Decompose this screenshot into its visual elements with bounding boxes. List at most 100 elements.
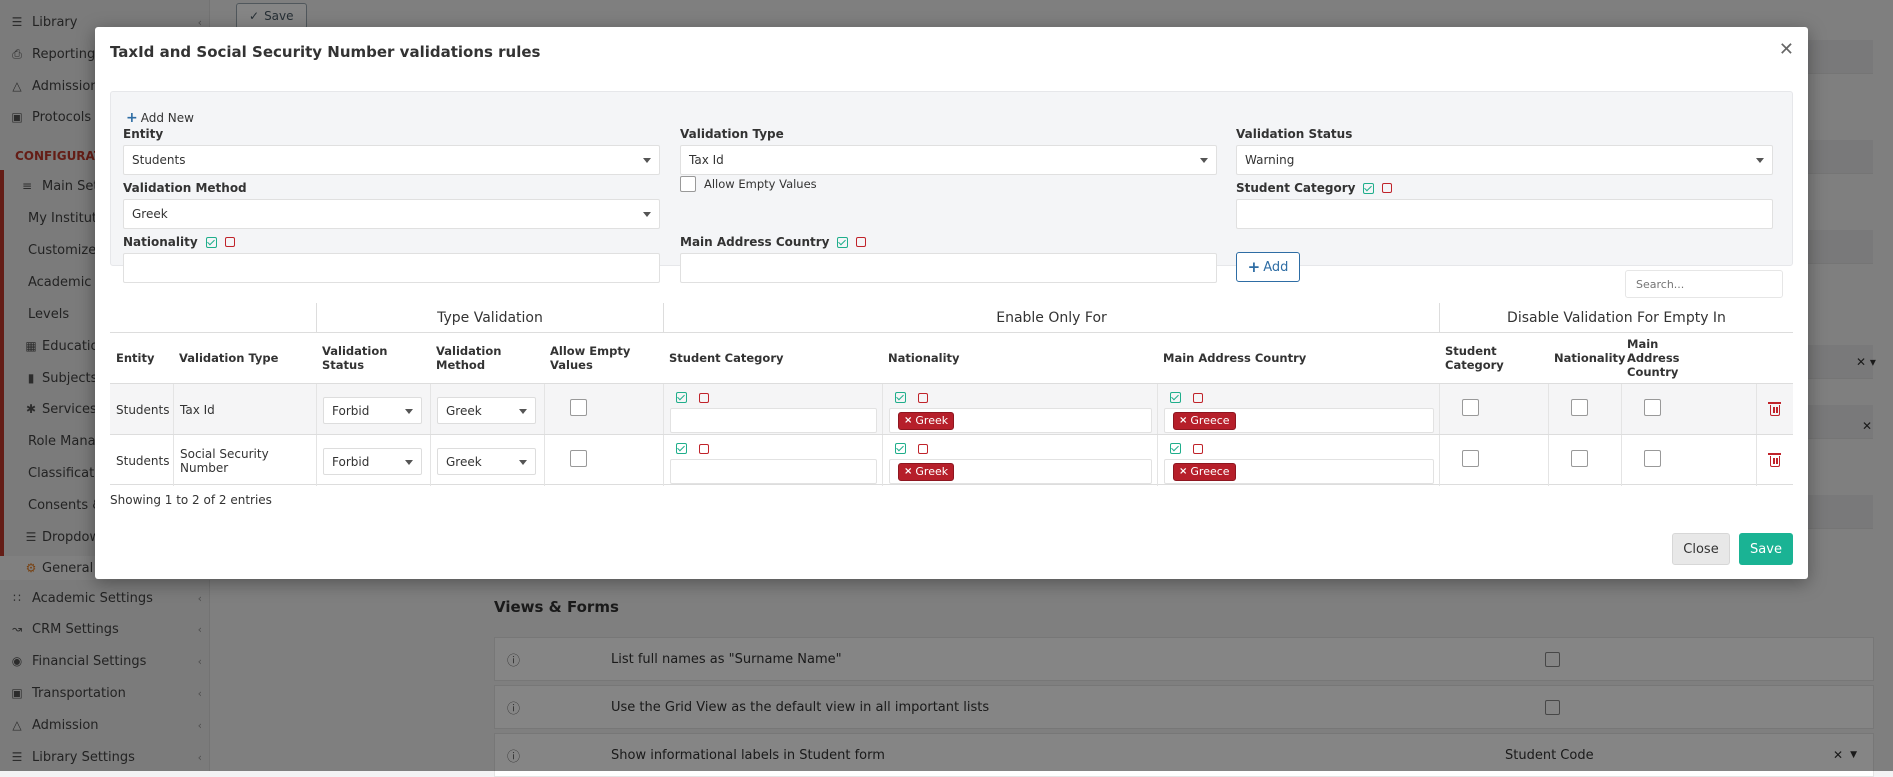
tag-label: Greek [915,465,949,478]
student-category-tag-input[interactable] [670,459,877,484]
column-header[interactable]: Student Category [1439,333,1548,383]
disable-student-category-cell [1439,384,1548,435]
close-icon[interactable]: ✕ [1779,39,1794,60]
column-header[interactable]: Entity [110,333,173,383]
check-square-icon[interactable] [1170,443,1181,454]
main-address-country-tag-input[interactable]: × Greece [1164,459,1434,484]
column-header[interactable]: Nationality [882,333,1157,383]
validation-status-select[interactable]: Forbid [323,448,422,475]
select-toggle-icons [895,392,928,403]
square-icon[interactable] [918,392,928,403]
check-square-icon[interactable] [895,392,906,403]
check-square-icon[interactable] [676,443,687,454]
allow-empty-checkbox[interactable] [570,399,587,416]
remove-tag-icon[interactable]: × [1179,415,1187,426]
nationality-tag-input[interactable]: × Greek [889,459,1152,484]
nationality-tag-input[interactable]: × Greek [889,408,1152,433]
student-category-cell [663,384,882,435]
close-button[interactable]: Close [1672,533,1730,565]
column-header[interactable]: Validation Status [316,333,430,383]
remove-tag-icon[interactable]: × [904,466,912,477]
disable-country-cell [1621,384,1756,435]
validation-type-select[interactable]: Tax Id [680,145,1217,175]
actions-cell [1756,435,1793,486]
validation-method-select[interactable]: Greek [437,397,536,424]
column-header[interactable]: Student Category [663,333,882,383]
select-toggle-icons [676,392,709,403]
column-header[interactable]: Validation Method [430,333,544,383]
square-icon[interactable] [1193,443,1203,454]
trash-icon[interactable] [1768,453,1781,467]
add-new-link[interactable]: + Add New [126,110,194,126]
main-address-country-input[interactable] [680,253,1217,283]
table-info: Showing 1 to 2 of 2 entries [110,493,272,507]
check-square-icon[interactable] [895,443,906,454]
group-header-disable-validation: Disable Validation For Empty In [1439,303,1793,333]
square-icon[interactable] [699,392,709,403]
nationality-tag: × Greek [898,462,955,481]
main-address-country-tag-input[interactable]: × Greece [1164,408,1434,433]
check-square-icon[interactable] [1363,182,1375,194]
column-header[interactable]: Nationality [1548,333,1626,383]
disable-student-category-checkbox[interactable] [1462,399,1479,416]
search-input[interactable] [1625,270,1783,298]
nationality-cell: × Greek [882,384,1157,435]
square-icon[interactable] [856,237,867,247]
validation-status-select[interactable]: Forbid [323,397,422,424]
square-icon[interactable] [224,237,235,247]
validation-status-label: Validation Status [1236,127,1353,141]
allow-empty-checkbox[interactable] [680,176,696,192]
disable-nationality-checkbox[interactable] [1571,450,1588,467]
select-value: Forbid [332,403,370,418]
chevron-down-icon [519,409,527,414]
allow-empty-checkbox[interactable] [570,450,587,467]
plus-icon: + [126,110,138,126]
check-square-icon[interactable] [1170,392,1181,403]
student-category-input[interactable] [1236,199,1773,229]
square-icon[interactable] [1382,183,1393,193]
chevron-down-icon [643,212,651,217]
column-header[interactable]: Main Address Country [1157,333,1439,383]
validation-method-select[interactable]: Greek [123,199,660,229]
add-button[interactable]: + Add [1236,252,1300,282]
save-button[interactable]: Save [1739,533,1793,565]
column-header[interactable]: Main Address Country [1621,333,1711,383]
disable-nationality-cell [1548,384,1621,435]
disable-student-category-checkbox[interactable] [1462,450,1479,467]
actions-cell [1756,384,1793,435]
validation-status-select[interactable]: Warning [1236,145,1773,175]
entity-select[interactable]: Students [123,145,660,175]
nationality-input[interactable] [123,253,660,283]
remove-tag-icon[interactable]: × [904,415,912,426]
validation-method-select[interactable]: Greek [437,448,536,475]
disable-country-checkbox[interactable] [1644,399,1661,416]
validation-status-cell: Forbid [316,435,430,486]
trash-icon[interactable] [1768,402,1781,416]
check-square-icon[interactable] [205,236,217,248]
select-toggle-icons [1170,392,1203,403]
validation-method-select-value: Greek [132,207,168,221]
chevron-down-icon [405,409,413,414]
disable-country-checkbox[interactable] [1644,450,1661,467]
nationality-label: Nationality [123,235,198,249]
square-icon[interactable] [1193,392,1203,403]
table-row: Students Social Security Number Forbid G… [110,434,1793,486]
student-category-tag-input[interactable] [670,408,877,433]
column-header[interactable]: Allow Empty Values [544,333,663,383]
square-icon[interactable] [699,443,709,454]
check-square-icon[interactable] [837,236,849,248]
group-header-enable-only-for: Enable Only For [663,303,1439,333]
check-square-icon[interactable] [676,392,687,403]
remove-tag-icon[interactable]: × [1179,466,1187,477]
validation-status-select-value: Warning [1245,153,1295,167]
column-header[interactable]: Validation Type [173,333,316,383]
disable-nationality-checkbox[interactable] [1571,399,1588,416]
student-category-label-row: Student Category [1236,181,1393,195]
validation-rules-modal: TaxId and Social Security Number validat… [95,27,1808,579]
main-address-country-cell: × Greece [1157,384,1439,435]
nationality-cell: × Greek [882,435,1157,486]
validation-method-cell: Greek [430,384,544,435]
chevron-down-icon [1756,158,1764,163]
select-toggle-icons [1170,443,1203,454]
square-icon[interactable] [918,443,928,454]
